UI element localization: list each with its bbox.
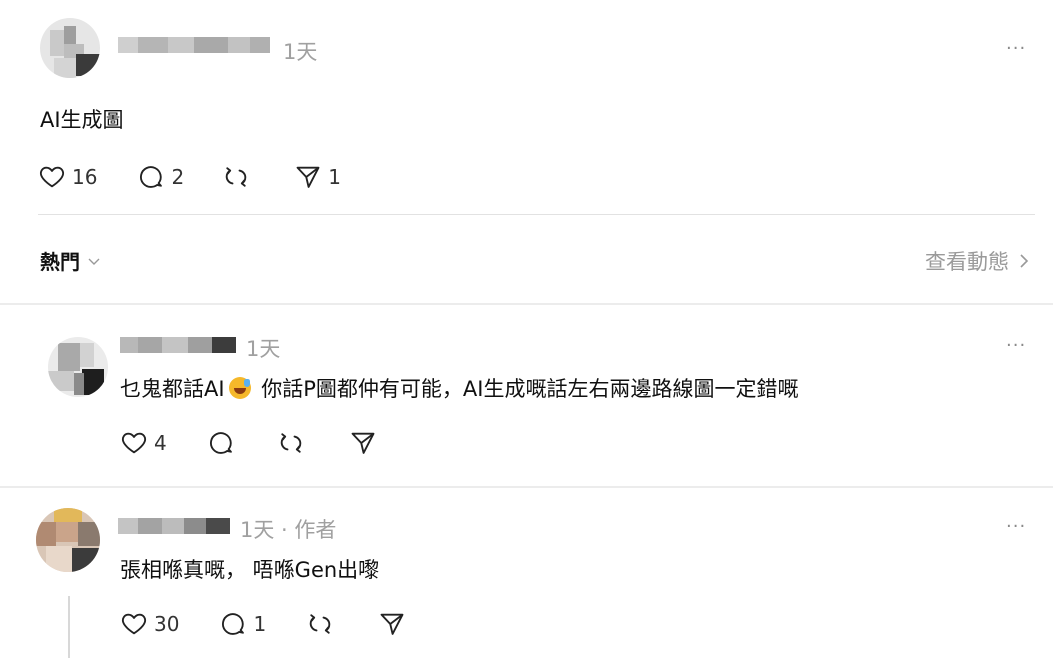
sort-dropdown[interactable]: 熱門 — [40, 246, 102, 275]
post-time: 1天 — [283, 40, 318, 64]
view-activity-label: 查看動態 — [925, 250, 1009, 274]
view-activity-link[interactable]: 查看動態 — [925, 246, 1031, 276]
author-reply-item: 1天 · 作者 ··· 張相喺真嘅， 唔喺Gen出嚟 30 1 — [0, 488, 1053, 658]
repost-button[interactable] — [222, 163, 250, 191]
share-button[interactable]: 1 — [294, 163, 341, 191]
like-button[interactable]: 30 — [120, 610, 179, 638]
share-button[interactable] — [349, 429, 377, 457]
divider — [38, 214, 1035, 215]
reply-count: 2 — [171, 165, 185, 189]
repost-icon — [309, 614, 331, 634]
send-icon — [351, 432, 375, 454]
reply-text: 乜鬼都話AI 你話P圖都仲有可能，AI生成嘅話左右兩邊路線圖一定錯嘅 — [120, 373, 798, 403]
repost-button[interactable] — [306, 610, 334, 638]
like-count: 16 — [72, 165, 98, 189]
send-icon — [380, 613, 404, 635]
avatar[interactable] — [36, 508, 100, 572]
more-options-icon[interactable]: ··· — [1006, 335, 1026, 356]
more-options-icon[interactable]: ··· — [1006, 38, 1026, 59]
chevron-right-icon — [1020, 254, 1029, 268]
reply-text-part1: 乜鬼都話AI — [120, 377, 225, 401]
comment-icon — [140, 166, 163, 188]
repost-button[interactable] — [277, 429, 305, 457]
reply-button[interactable] — [207, 429, 235, 457]
comment-icon — [222, 613, 245, 635]
heart-icon — [121, 432, 147, 454]
repost-icon — [225, 167, 247, 187]
repost-icon — [280, 433, 302, 453]
post-actions: 16 2 1 — [38, 163, 341, 191]
chevron-down-icon — [88, 258, 100, 265]
reply-time: 1天 — [246, 337, 281, 361]
reply-actions: 4 — [120, 429, 377, 457]
like-button[interactable]: 4 — [120, 429, 167, 457]
reply-text: 張相喺真嘅， 唔喺Gen出嚟 — [120, 558, 380, 582]
reply-actions: 30 1 — [120, 610, 406, 638]
heart-icon — [39, 166, 65, 188]
grinning-sweat-emoji-icon — [228, 377, 251, 399]
username-blurred[interactable] — [118, 518, 230, 534]
like-count: 4 — [154, 431, 167, 455]
username-blurred[interactable] — [118, 37, 270, 53]
heart-icon — [121, 613, 147, 635]
reply-button[interactable]: 1 — [219, 610, 266, 638]
share-button[interactable] — [378, 610, 406, 638]
like-count: 30 — [154, 612, 180, 636]
post-body: AI生成圖 — [40, 108, 124, 132]
reply-item: 1天 ··· 乜鬼都話AI 你話P圖都仲有可能，AI生成嘅話左右兩邊路線圖一定錯… — [0, 305, 1053, 485]
username-blurred[interactable] — [120, 337, 236, 353]
send-icon — [296, 166, 320, 188]
avatar[interactable] — [40, 18, 100, 78]
more-options-icon[interactable]: ··· — [1006, 516, 1026, 537]
sort-label: 熱門 — [40, 250, 80, 274]
share-count: 1 — [328, 165, 341, 189]
like-button[interactable]: 16 — [38, 163, 97, 191]
reply-time: 1天 · 作者 — [240, 518, 337, 542]
reply-button[interactable]: 2 — [137, 163, 184, 191]
avatar[interactable] — [48, 337, 108, 397]
reply-count: 1 — [253, 612, 267, 636]
reply-text-part2: 你話P圖都仲有可能，AI生成嘅話左右兩邊路線圖一定錯嘅 — [261, 377, 799, 401]
comment-icon — [209, 432, 232, 454]
original-post: 1天 ··· AI生成圖 16 2 1 — [0, 0, 1053, 230]
thread-line — [68, 596, 70, 658]
